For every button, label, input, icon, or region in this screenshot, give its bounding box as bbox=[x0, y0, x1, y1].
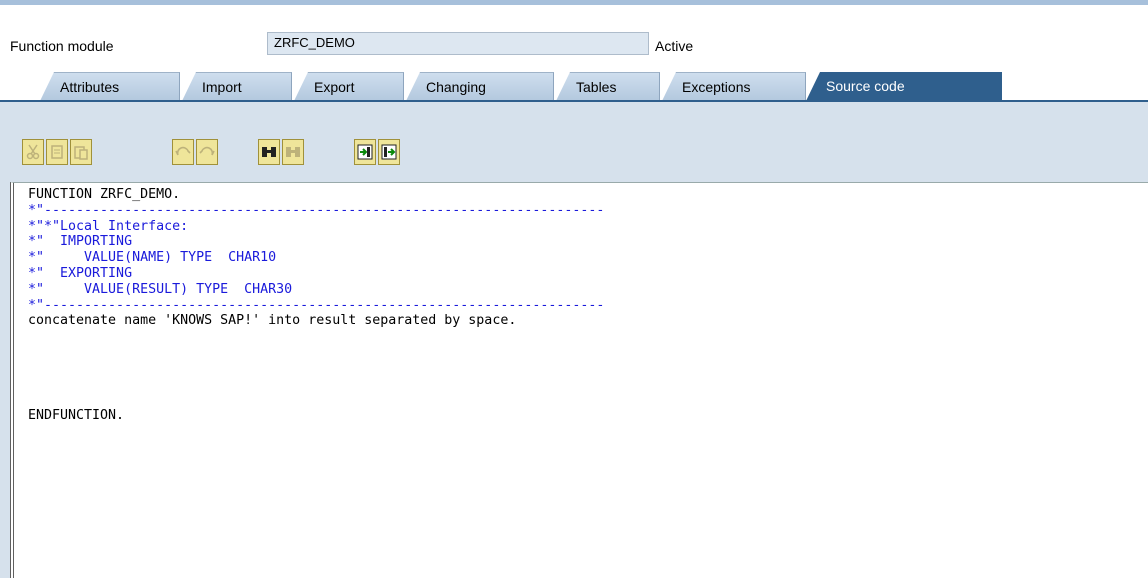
undo-icon[interactable] bbox=[172, 139, 194, 165]
tab-label: Export bbox=[314, 79, 355, 95]
find-icon[interactable] bbox=[258, 139, 280, 165]
function-module-label: Function module bbox=[10, 38, 114, 54]
tab-tables[interactable]: Tables bbox=[556, 72, 660, 101]
source-code-panel: FUNCTION ZRFC_DEMO. *"-------------------… bbox=[0, 102, 1148, 578]
code-line[interactable]: ENDFUNCTION. bbox=[28, 408, 604, 424]
tab-label: Attributes bbox=[60, 79, 120, 95]
code-line[interactable]: concatenate name 'KNOWS SAP!' into resul… bbox=[28, 313, 604, 329]
copy-icon[interactable] bbox=[46, 139, 68, 165]
code-line[interactable]: FUNCTION ZRFC_DEMO. bbox=[28, 187, 604, 203]
code-line[interactable] bbox=[28, 345, 604, 361]
tab-exceptions[interactable]: Exceptions bbox=[662, 72, 806, 101]
tab-strip: Attributes Import Export Changing Tables… bbox=[0, 72, 1148, 101]
tab-export[interactable]: Export bbox=[294, 72, 404, 101]
code-line[interactable] bbox=[28, 377, 604, 393]
code-line[interactable]: *" EXPORTING bbox=[28, 266, 604, 282]
code-lines: FUNCTION ZRFC_DEMO. *"-------------------… bbox=[28, 187, 604, 424]
code-line[interactable]: *"--------------------------------------… bbox=[28, 203, 604, 219]
tab-label: Exceptions bbox=[682, 79, 751, 95]
redo-icon[interactable] bbox=[196, 139, 218, 165]
status-label: Active bbox=[655, 38, 694, 54]
paste-icon[interactable] bbox=[70, 139, 92, 165]
function-module-name-field[interactable]: ZRFC_DEMO bbox=[267, 32, 649, 55]
code-line[interactable]: *" VALUE(NAME) TYPE CHAR10 bbox=[28, 250, 604, 266]
abap-source-editor[interactable]: FUNCTION ZRFC_DEMO. *"-------------------… bbox=[10, 182, 1148, 578]
top-strip bbox=[0, 0, 1148, 5]
code-line[interactable]: *"--------------------------------------… bbox=[28, 298, 604, 314]
tab-changing[interactable]: Changing bbox=[406, 72, 554, 101]
tab-attributes[interactable]: Attributes bbox=[40, 72, 180, 101]
tab-label: Import bbox=[202, 79, 242, 95]
tab-source-code[interactable]: Source code bbox=[806, 72, 1002, 101]
cut-icon[interactable] bbox=[22, 139, 44, 165]
tab-label: Changing bbox=[426, 79, 486, 95]
upload-icon[interactable] bbox=[354, 139, 376, 165]
code-line[interactable] bbox=[28, 361, 604, 377]
function-module-row: Function module ZRFC_DEMO Active bbox=[0, 30, 1148, 60]
find-next-icon[interactable] bbox=[282, 139, 304, 165]
code-line[interactable]: *" VALUE(RESULT) TYPE CHAR30 bbox=[28, 282, 604, 298]
code-line[interactable] bbox=[28, 329, 604, 345]
download-icon[interactable] bbox=[378, 139, 400, 165]
tab-label: Tables bbox=[576, 79, 617, 95]
tab-label: Source code bbox=[826, 78, 905, 94]
code-line[interactable]: *"*"Local Interface: bbox=[28, 219, 604, 235]
code-line[interactable] bbox=[28, 392, 604, 408]
tab-import[interactable]: Import bbox=[182, 72, 292, 101]
code-line[interactable]: *" IMPORTING bbox=[28, 234, 604, 250]
